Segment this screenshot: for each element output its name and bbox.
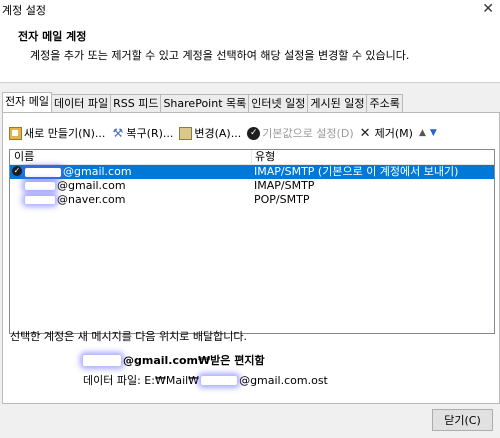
tab-internet-calendars[interactable]: 인터넷 일정 xyxy=(248,94,309,112)
close-button[interactable]: 닫기(C) xyxy=(432,409,493,431)
account-row[interactable]: ✓ @gmail.com IMAP/SMTP (기본으로 이 계정에서 보내기) xyxy=(10,165,494,179)
redaction-mark xyxy=(25,182,55,190)
redaction-mark xyxy=(83,354,121,366)
data-file-prefix: 데이터 파일: E:₩Mail₩ xyxy=(83,374,200,387)
tab-published-calendars[interactable]: 게시된 일정 xyxy=(307,94,368,112)
account-name: @naver.com xyxy=(57,193,126,206)
delivery-label: 선택한 계정은 새 메시지를 다음 위치로 배달합니다. xyxy=(10,330,247,343)
repair-button-label: 복구(R)... xyxy=(126,127,174,140)
change-icon xyxy=(179,126,193,140)
tab-sharepoint-lists[interactable]: SharePoint 목록 xyxy=(160,94,250,112)
remove-button[interactable]: ✕ 제거(M) xyxy=(360,125,413,141)
toolbar: 새로 만들기(N)... ⚒ 복구(R)... 변경(A)... ✓ 기본값으로… xyxy=(9,124,437,142)
set-default-icon: ✓ xyxy=(247,126,261,140)
list-header: 이름 유형 xyxy=(10,150,494,165)
window-title: 계정 설정 xyxy=(2,4,46,17)
account-name: @gmail.com xyxy=(63,165,132,178)
delivery-location: @gmail.com₩받은 편지함 xyxy=(83,352,265,368)
new-button[interactable]: 새로 만들기(N)... xyxy=(9,125,105,141)
column-type-header[interactable]: 유형 xyxy=(252,150,275,164)
account-type: POP/SMTP xyxy=(254,193,310,206)
column-name-header[interactable]: 이름 xyxy=(10,150,252,164)
redaction-mark xyxy=(201,375,238,385)
change-button-label: 변경(A)... xyxy=(194,127,242,140)
section-description: 계정을 추가 또는 제거할 수 있고 계정을 선택하여 해당 설정을 변경할 수… xyxy=(30,49,410,62)
tab-rss-feeds[interactable]: RSS 피드 xyxy=(110,94,162,112)
account-name-cell: @gmail.com xyxy=(10,179,251,193)
change-button[interactable]: 변경(A)... xyxy=(179,125,241,141)
redaction-mark xyxy=(25,196,55,204)
close-icon[interactable]: ✕ xyxy=(482,0,494,18)
tab-data-files[interactable]: 데이터 파일 xyxy=(50,94,112,112)
account-list[interactable]: 이름 유형 ✓ @gmail.com IMAP/SMTP (기본으로 이 계정에서… xyxy=(9,149,495,334)
tab-address-books[interactable]: 주소록 xyxy=(366,94,403,112)
new-button-label: 새로 만들기(N)... xyxy=(24,127,106,140)
new-account-icon xyxy=(9,126,22,140)
move-up-icon[interactable]: ▲ xyxy=(419,128,426,138)
data-file-suffix: @gmail.com.ost xyxy=(239,373,328,387)
account-row[interactable]: @gmail.com IMAP/SMTP xyxy=(10,179,494,193)
move-down-icon[interactable]: ▼ xyxy=(430,128,437,138)
default-check-icon: ✓ xyxy=(12,166,22,176)
data-file-path: 데이터 파일: E:₩Mail₩ @gmail.com.ost xyxy=(83,372,328,388)
set-default-button[interactable]: ✓ 기본값으로 설정(D) xyxy=(247,125,354,141)
set-default-button-label: 기본값으로 설정(D) xyxy=(262,127,354,140)
remove-icon: ✕ xyxy=(359,125,371,141)
title-bar: 계정 설정 ✕ xyxy=(0,0,500,18)
account-name: @gmail.com xyxy=(57,179,126,192)
content-area: 전자 메일 데이터 파일 RSS 피드 SharePoint 목록 인터넷 일정… xyxy=(0,82,500,438)
repair-icon: ⚒ xyxy=(112,125,124,140)
delivery-account: @gmail.com₩받은 편지함 xyxy=(123,354,265,367)
remove-button-label: 제거(M) xyxy=(374,127,413,140)
redaction-mark xyxy=(25,167,61,177)
account-type: IMAP/SMTP (기본으로 이 계정에서 보내기) xyxy=(254,165,459,178)
email-tab-panel: 새로 만들기(N)... ⚒ 복구(R)... 변경(A)... ✓ 기본값으로… xyxy=(2,112,500,404)
account-name-cell: @naver.com xyxy=(10,193,251,207)
account-name-cell: ✓ @gmail.com xyxy=(10,165,251,179)
header-panel: 전자 메일 계정 계정을 추가 또는 제거할 수 있고 계정을 선택하여 해당 … xyxy=(0,18,500,82)
repair-button[interactable]: ⚒ 복구(R)... xyxy=(111,125,174,141)
section-title: 전자 메일 계정 xyxy=(18,30,87,43)
account-row[interactable]: @naver.com POP/SMTP xyxy=(10,193,494,207)
tab-email[interactable]: 전자 메일 xyxy=(2,92,52,112)
account-type: IMAP/SMTP xyxy=(254,179,315,192)
tab-strip: 전자 메일 데이터 파일 RSS 피드 SharePoint 목록 인터넷 일정… xyxy=(2,92,403,112)
